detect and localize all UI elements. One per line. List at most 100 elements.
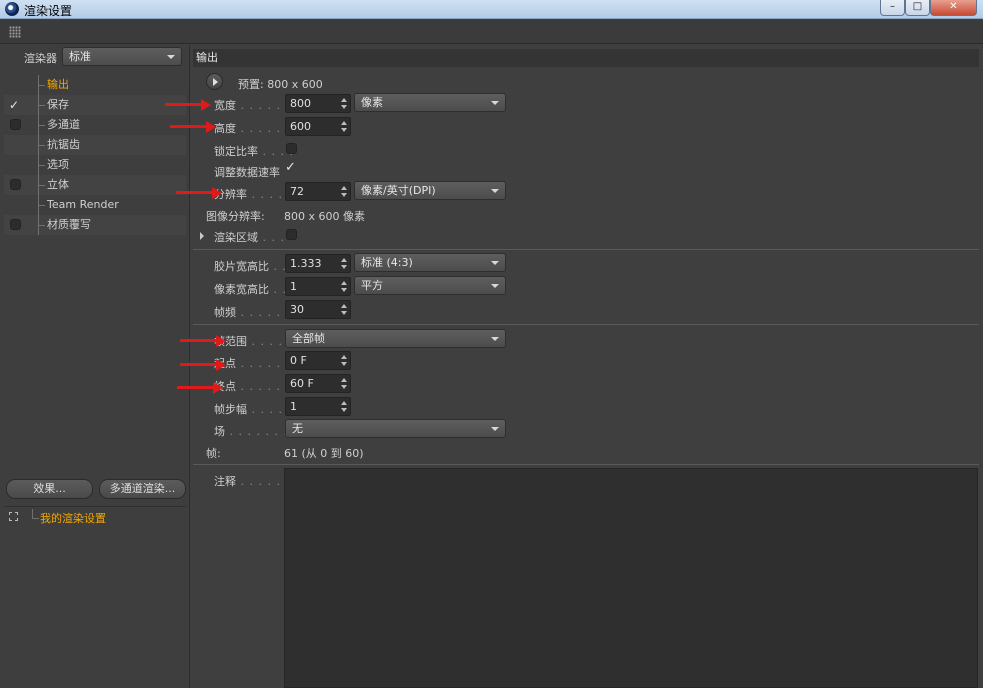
divider — [193, 464, 979, 465]
preset-text: 预置: 800 x 600 — [238, 78, 323, 91]
window-title: 渲染设置 — [24, 4, 73, 18]
tree-item-label: 抗锯齿 — [47, 138, 80, 151]
left-panel: 渲染器 标准 输出 ✓ 保存多通道抗锯齿选项立体 Team Render 材质覆写 效果… — [0, 45, 190, 688]
film-aspect-label: 胶片宽高比 . . — [214, 260, 287, 273]
spinner-icon[interactable] — [341, 280, 347, 293]
render-region-checkbox[interactable] — [286, 229, 297, 240]
chevron-down-icon — [491, 427, 499, 431]
tree-item[interactable]: 抗锯齿 — [4, 135, 186, 155]
pixel-aspect-preset-value: 平方 — [361, 279, 383, 292]
tree-connector — [38, 85, 45, 86]
spinner-icon[interactable] — [341, 257, 347, 270]
tree-connector — [38, 145, 45, 146]
pixel-aspect-field[interactable]: 1 — [285, 277, 351, 296]
field-dropdown[interactable]: 无 — [285, 419, 506, 438]
unit-dropdown-value: 像素 — [361, 96, 383, 109]
title-bar: 渲染设置 – □ ✕ — [0, 0, 983, 19]
tree-connector — [38, 125, 45, 126]
tree-item-label: 立体 — [47, 178, 69, 191]
pixel-aspect-dropdown[interactable]: 平方 — [354, 276, 506, 295]
minimize-button[interactable]: – — [880, 0, 905, 16]
expand-arrow-icon[interactable] — [200, 232, 204, 240]
renderer-label: 渲染器 — [24, 52, 57, 65]
tree-item[interactable]: 材质覆写 — [4, 215, 186, 235]
render-region-label: 渲染区域 . . . — [214, 231, 285, 244]
tree-connector — [38, 205, 45, 206]
output-settings-panel: 输出 预置: 800 x 600 宽度 . . . . . . . 800 像素… — [191, 45, 983, 688]
spinner-icon[interactable] — [341, 354, 347, 367]
tree-item-label: 选项 — [47, 158, 69, 171]
red-arrow-annotation — [177, 382, 223, 394]
tree-connector — [32, 509, 39, 519]
width-field[interactable]: 800 — [285, 94, 351, 113]
height-field[interactable]: 600 — [285, 117, 351, 136]
spinner-icon[interactable] — [341, 377, 347, 390]
close-button[interactable]: ✕ — [930, 0, 977, 16]
end-field[interactable]: 60 F — [285, 374, 351, 393]
effects-button[interactable]: 效果... — [6, 479, 93, 499]
divider — [193, 249, 979, 250]
film-aspect-dropdown[interactable]: 标准 (4:3) — [354, 253, 506, 272]
red-arrow-annotation — [180, 335, 226, 347]
film-aspect-field[interactable]: 1.333 — [285, 254, 351, 273]
tree-connector — [38, 225, 45, 226]
preset-menu-button[interactable] — [206, 73, 223, 90]
field-value: 无 — [292, 422, 303, 435]
preset-settings-icon — [9, 512, 18, 521]
renderer-dropdown[interactable]: 标准 — [62, 47, 182, 66]
tree-item[interactable]: 多通道 — [4, 115, 186, 135]
chevron-down-icon — [491, 189, 499, 193]
panel-grip-icon[interactable] — [9, 26, 21, 38]
adjust-data-rate-label: 调整数据速率 — [214, 166, 280, 179]
resolution-unit-value: 像素/英寸(DPI) — [361, 184, 436, 197]
chevron-down-icon — [491, 101, 499, 105]
maximize-button[interactable]: □ — [905, 0, 930, 16]
red-arrow-annotation — [165, 99, 211, 111]
render-preset-item[interactable]: 我的渲染设置 — [4, 506, 186, 526]
tree-item-label: 保存 — [47, 98, 69, 111]
frames-value: 61 (从 0 到 60) — [284, 447, 364, 460]
tree-connector — [38, 105, 45, 106]
notes-textarea[interactable] — [284, 468, 978, 688]
spinner-icon[interactable] — [341, 97, 347, 110]
tree-item[interactable]: 立体 — [4, 175, 186, 195]
resolution-field[interactable]: 72 — [285, 182, 351, 201]
divider — [193, 324, 979, 325]
tree-item-label: Team Render — [47, 198, 119, 211]
tree-item-checkbox[interactable] — [10, 179, 21, 190]
tree-item-checkbox[interactable] — [10, 119, 21, 130]
red-arrow-annotation — [170, 121, 216, 133]
spinner-icon[interactable] — [341, 303, 347, 316]
image-resolution-value: 800 x 600 像素 — [284, 210, 365, 223]
film-aspect-preset-value: 标准 (4:3) — [361, 256, 413, 269]
start-field[interactable]: 0 F — [285, 351, 351, 370]
chevron-down-icon — [491, 337, 499, 341]
multipass-render-button[interactable]: 多通道渲染... — [99, 479, 186, 499]
tree-connector — [38, 185, 45, 186]
adjust-data-rate-checkbox[interactable]: ✓ — [285, 160, 296, 175]
unit-dropdown[interactable]: 像素 — [354, 93, 506, 112]
tree-item-label: 多通道 — [47, 118, 80, 131]
resolution-label: 分辨率 . . . . . — [214, 188, 292, 201]
lock-ratio-checkbox[interactable] — [286, 143, 297, 154]
spinner-icon[interactable] — [341, 400, 347, 413]
lock-ratio-label: 锁定比率 . . . . — [214, 145, 294, 158]
tree-item[interactable]: 选项 — [4, 155, 186, 175]
resolution-unit-dropdown[interactable]: 像素/英寸(DPI) — [354, 181, 506, 200]
spinner-icon[interactable] — [341, 120, 347, 133]
preset-label: 我的渲染设置 — [40, 512, 106, 525]
chevron-down-icon — [491, 261, 499, 265]
spinner-icon[interactable] — [341, 185, 347, 198]
check-icon[interactable]: ✓ — [9, 95, 19, 115]
tree-item-checkbox[interactable] — [10, 219, 21, 230]
tree-connector — [38, 165, 45, 166]
frame-rate-field[interactable]: 30 — [285, 300, 351, 319]
toolbar — [0, 20, 983, 44]
tree-item[interactable]: ✓ 保存 — [4, 95, 186, 115]
tree-item[interactable]: 输出 — [4, 75, 186, 95]
frame-range-dropdown[interactable]: 全部帧 — [285, 329, 506, 348]
tree-item[interactable]: Team Render — [4, 195, 186, 215]
section-header: 输出 — [193, 49, 979, 67]
frame-step-field[interactable]: 1 — [285, 397, 351, 416]
frame-step-label: 帧步幅 . . . . . — [214, 403, 292, 416]
